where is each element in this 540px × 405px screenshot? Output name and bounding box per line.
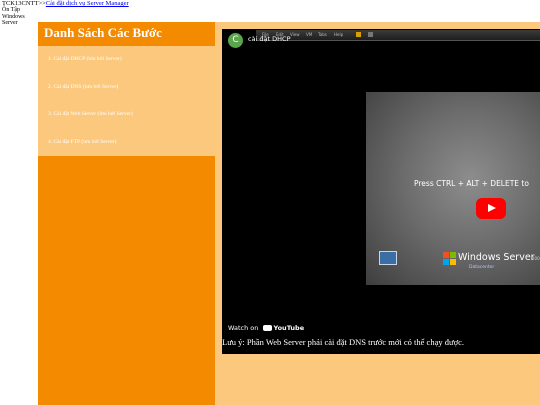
- steps-list: 1. Cài đặt DHCP (lưu bởi Server) 2. Cài …: [38, 46, 215, 156]
- windows-edition: Datacenter: [469, 265, 495, 270]
- play-icon[interactable]: [476, 198, 506, 219]
- breadcrumb-root: TCK13CNTT>>: [2, 0, 46, 7]
- youtube-logo-icon: YouTube: [263, 324, 304, 332]
- windows-server-brand: Windows Server: [458, 252, 535, 263]
- main-content: File Edit View VM Tabs Help C cài đặt DH…: [215, 22, 540, 405]
- vm-screen: Press CTRL + ALT + DELETE to Windows Ser…: [366, 92, 540, 285]
- breadcrumb: TCK13CNTT>>Cài đặt dịch vụ Server Manage…: [2, 0, 129, 7]
- step-link-dhcp[interactable]: 1. Cài đặt DHCP (lưu bởi Server): [48, 56, 122, 62]
- step-item[interactable]: 2. Cài đặt DNS (lưu bởi Server): [38, 74, 215, 102]
- step-link-dns[interactable]: 2. Cài đặt DNS (lưu bởi Server): [48, 84, 118, 90]
- note-text: Lưu ý: Phần Web Server phải cài đặt DNS …: [222, 337, 464, 347]
- vm-login-message: Press CTRL + ALT + DELETE to: [414, 179, 529, 188]
- step-item[interactable]: 1. Cài đặt DHCP (lưu bởi Server): [38, 46, 215, 74]
- steps-sidebar: Danh Sách Các Bước 1. Cài đặt DHCP (lưu …: [38, 22, 215, 405]
- step-link-web-server[interactable]: 3. Cài đặt Web Server (lưu bởi Server): [48, 111, 133, 117]
- step-item[interactable]: 3. Cài đặt Web Server (lưu bởi Server): [38, 101, 215, 129]
- watch-on-youtube[interactable]: Watch on YouTube: [228, 324, 304, 332]
- channel-avatar[interactable]: C: [228, 33, 243, 48]
- windows-logo-icon: [443, 252, 457, 266]
- youtube-video-player[interactable]: File Edit View VM Tabs Help C cài đặt DH…: [222, 29, 540, 354]
- sidebar-title: Danh Sách Các Bước: [44, 25, 162, 40]
- windows-server-version: 2008: [532, 256, 540, 261]
- accessibility-icon: [379, 251, 397, 265]
- watch-on-label: Watch on: [228, 324, 259, 332]
- breadcrumb-link-server-manager[interactable]: Cài đặt dịch vụ Server Manager: [46, 0, 129, 7]
- youtube-label: YouTube: [273, 324, 305, 332]
- video-title[interactable]: cài đặt DHCP: [248, 35, 291, 43]
- left-caption: Ôn Tập Windows Server: [2, 7, 25, 26]
- video-header: C cài đặt DHCP: [222, 29, 540, 48]
- step-link-ftp[interactable]: 4. Cài đặt FTP (lưu bởi Server): [48, 139, 116, 145]
- step-item[interactable]: 4. Cài đặt FTP (lưu bởi Server): [38, 129, 215, 157]
